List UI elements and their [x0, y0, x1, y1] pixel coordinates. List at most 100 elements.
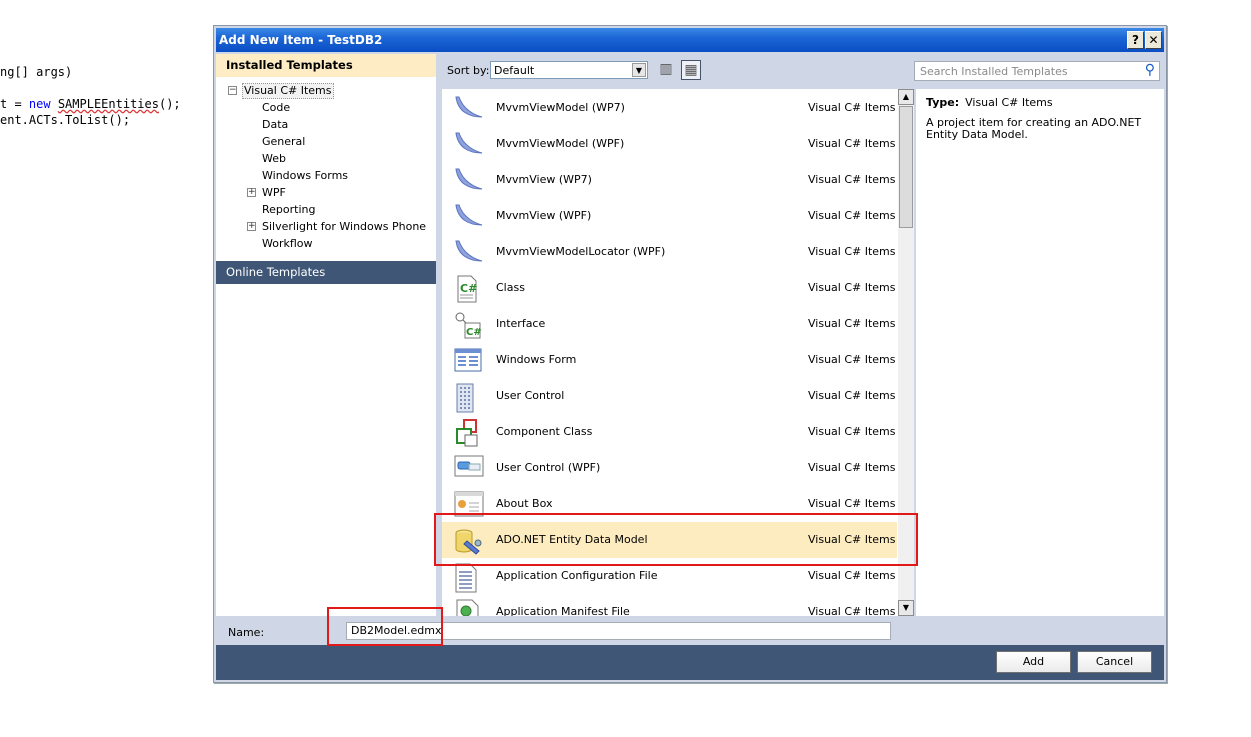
template-row[interactable]: MvvmViewModel (WP7) Visual C# Items: [442, 90, 897, 126]
sort-by-dropdown[interactable]: Default ▼: [490, 61, 648, 79]
template-categories-panel: Installed Templates − Visual C# Items Co…: [216, 54, 436, 616]
template-name: Class: [496, 281, 525, 294]
scroll-down-button[interactable]: ▼: [898, 600, 914, 616]
template-detail-panel: Type: Visual C# Items A project item for …: [916, 89, 1164, 616]
tree-item-general[interactable]: General: [216, 133, 436, 150]
online-templates-header[interactable]: Online Templates: [216, 261, 436, 284]
sort-toolbar: Sort by: Default ▼ ▥ ▦: [440, 56, 910, 84]
name-label: Name:: [228, 626, 265, 639]
template-category: Visual C# Items: [808, 497, 896, 510]
template-row[interactable]: Application Manifest File Visual C# Items: [442, 594, 897, 616]
search-placeholder: Search Installed Templates: [920, 65, 1068, 78]
template-category: Visual C# Items: [808, 461, 896, 474]
mvvm-icon: [454, 239, 483, 265]
small-icons-view-button[interactable]: ▥: [656, 60, 676, 80]
dialog-footer: Add Cancel: [216, 645, 1164, 680]
template-name: MvvmView (WP7): [496, 173, 592, 186]
mvvm-icon: [454, 167, 483, 193]
sort-by-label: Sort by:: [447, 64, 490, 77]
close-button[interactable]: ✕: [1145, 31, 1162, 49]
cancel-button[interactable]: Cancel: [1077, 651, 1152, 673]
search-icon[interactable]: ⚲: [1145, 62, 1155, 78]
installed-templates-header[interactable]: Installed Templates: [216, 54, 436, 77]
tree-item-visual-csharp-items[interactable]: − Visual C# Items: [216, 82, 436, 99]
collapse-icon[interactable]: −: [228, 86, 237, 95]
tree-item-label: General: [262, 135, 306, 148]
code-text: t =: [0, 97, 29, 111]
highlight-box-name-input: [327, 607, 443, 646]
code-line-args: ng[] args): [0, 64, 72, 80]
scroll-thumb[interactable]: [899, 106, 913, 228]
template-category: Visual C# Items: [808, 173, 896, 186]
mvvm-icon: [454, 131, 483, 157]
template-name: User Control (WPF): [496, 461, 601, 474]
component-class-icon: [454, 419, 482, 447]
tree-item-wpf[interactable]: + WPF: [216, 184, 436, 201]
tree-item-label: Code: [262, 101, 291, 114]
template-name: About Box: [496, 497, 553, 510]
template-name: Application Manifest File: [496, 605, 630, 616]
mvvm-icon: [454, 203, 483, 229]
tree-item-label: WPF: [262, 186, 286, 199]
template-row[interactable]: Component Class Visual C# Items: [442, 414, 897, 450]
tree-item-label: Data: [262, 118, 289, 131]
user-control-icon: [454, 383, 482, 413]
scroll-up-button[interactable]: ▲: [898, 89, 914, 105]
template-category: Visual C# Items: [808, 209, 896, 222]
template-name: Windows Form: [496, 353, 577, 366]
expand-icon[interactable]: +: [247, 222, 256, 231]
code-text: ();: [158, 97, 181, 111]
tree-item-data[interactable]: Data: [216, 116, 436, 133]
tree-item-windows-forms[interactable]: Windows Forms: [216, 167, 436, 184]
mvvm-icon: [454, 95, 483, 121]
tree-item-silverlight-windows-phone[interactable]: + Silverlight for Windows Phone: [216, 218, 436, 235]
help-button[interactable]: ?: [1127, 31, 1144, 49]
template-row[interactable]: C# Interface Visual C# Items: [442, 306, 897, 342]
template-row[interactable]: User Control (WPF) Visual C# Items: [442, 450, 897, 486]
tree-item-web[interactable]: Web: [216, 150, 436, 167]
tree-item-code[interactable]: Code: [216, 99, 436, 116]
template-row[interactable]: MvvmViewModelLocator (WPF) Visual C# Item…: [442, 234, 897, 270]
template-row[interactable]: C# Class Visual C# Items: [442, 270, 897, 306]
class-icon: C#: [454, 275, 482, 303]
add-button[interactable]: Add: [996, 651, 1071, 673]
template-row[interactable]: User Control Visual C# Items: [442, 378, 897, 414]
tree-item-label: Web: [262, 152, 286, 165]
template-row[interactable]: MvvmView (WP7) Visual C# Items: [442, 162, 897, 198]
sort-by-value: Default: [494, 64, 535, 77]
template-category: Visual C# Items: [808, 281, 896, 294]
code-keyword: new: [28, 97, 51, 111]
template-name: MvvmViewModelLocator (WPF): [496, 245, 666, 258]
highlight-box-entity-data-model: [434, 513, 918, 566]
code-line-tolist: ent.ACTs.ToList();: [0, 112, 130, 128]
expand-icon[interactable]: +: [247, 188, 256, 197]
search-installed-templates-input[interactable]: Search Installed Templates ⚲: [914, 61, 1160, 81]
template-category: Visual C# Items: [808, 569, 896, 582]
template-category: Visual C# Items: [808, 101, 896, 114]
template-name: MvvmViewModel (WPF): [496, 137, 625, 150]
code-error-identifier: SAMPLEEntities: [57, 97, 159, 111]
chevron-down-icon[interactable]: ▼: [632, 63, 646, 77]
user-control-wpf-icon: [454, 455, 484, 481]
template-name: User Control: [496, 389, 565, 402]
tree-item-reporting[interactable]: Reporting: [216, 201, 436, 218]
template-type: Type: Visual C# Items: [926, 96, 1053, 109]
dialog-title: Add New Item - TestDB2: [219, 33, 383, 47]
svg-text:C#: C#: [460, 282, 477, 295]
tree-item-label: Silverlight for Windows Phone: [262, 220, 427, 233]
details-view-button[interactable]: ▦: [681, 60, 701, 80]
tree-item-label: Windows Forms: [262, 169, 349, 182]
interface-icon: C#: [454, 311, 482, 339]
template-row[interactable]: MvvmViewModel (WPF) Visual C# Items: [442, 126, 897, 162]
template-name: Interface: [496, 317, 546, 330]
type-value: Visual C# Items: [965, 96, 1053, 109]
tree-item-label: Reporting: [262, 203, 316, 216]
template-row[interactable]: Windows Form Visual C# Items: [442, 342, 897, 378]
template-name: Application Configuration File: [496, 569, 658, 582]
tree-item-workflow[interactable]: Workflow: [216, 235, 436, 252]
template-row[interactable]: MvvmView (WPF) Visual C# Items: [442, 198, 897, 234]
dialog-title-bar[interactable]: Add New Item - TestDB2 ? ✕: [216, 28, 1164, 52]
template-category: Visual C# Items: [808, 317, 896, 330]
template-description: A project item for creating an ADO.NET E…: [926, 116, 1142, 141]
